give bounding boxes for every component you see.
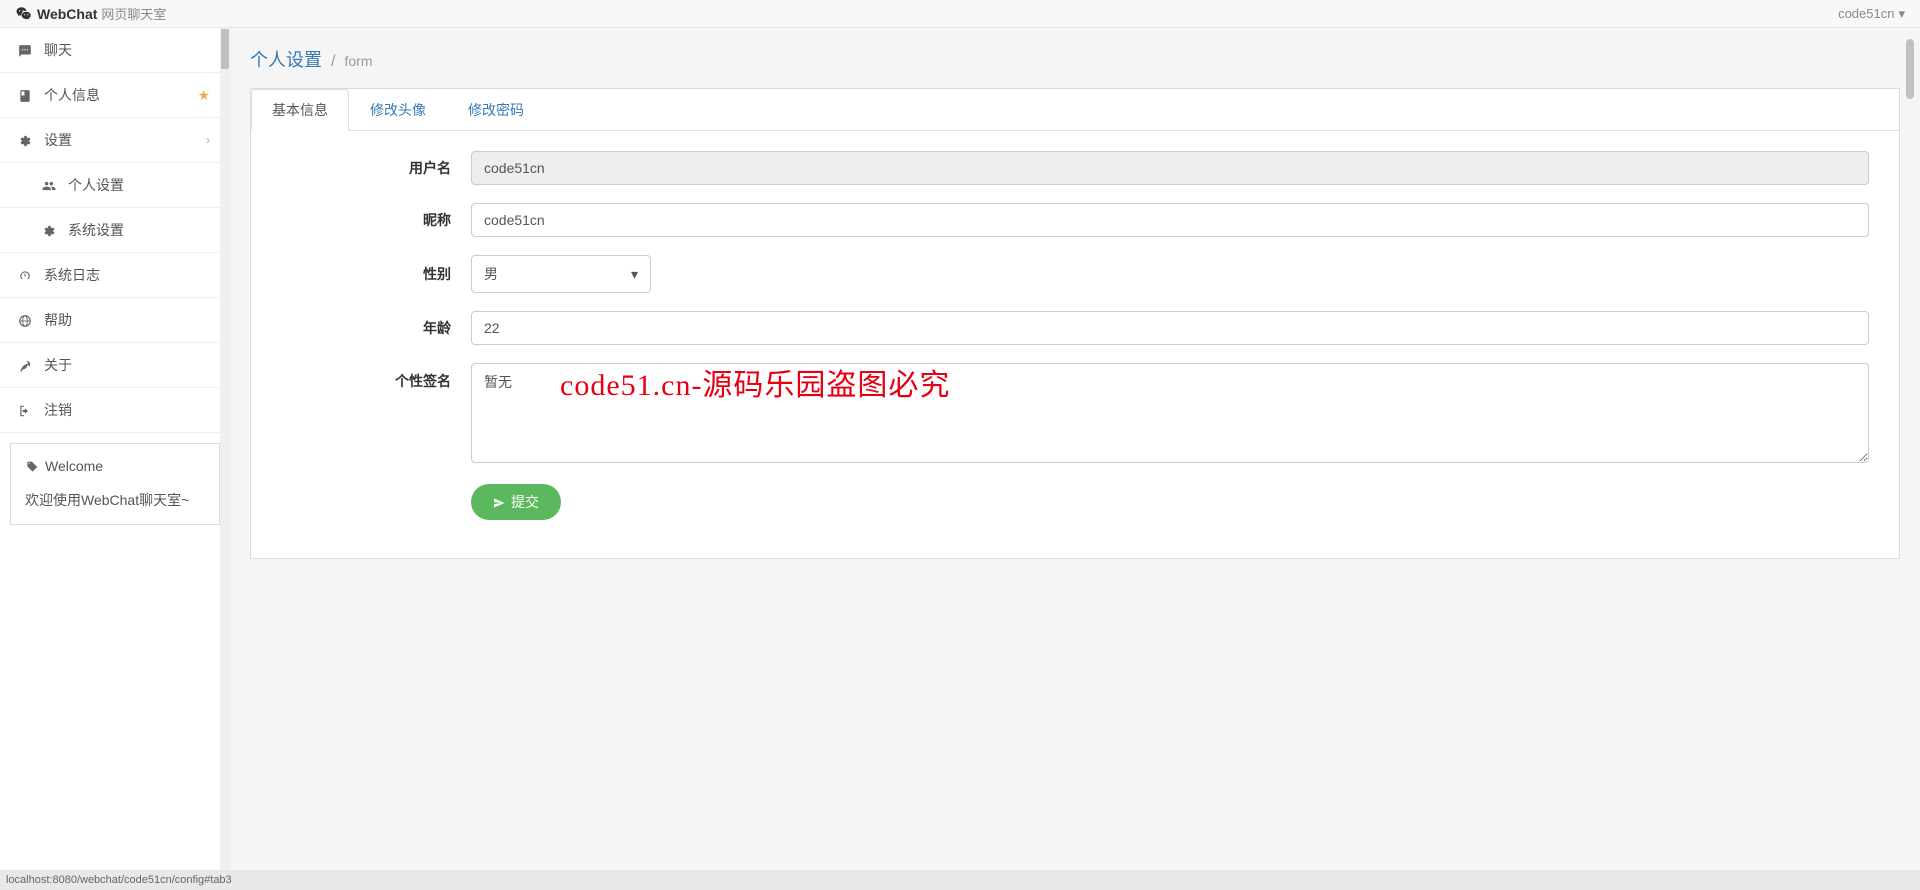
main-scrollbar[interactable] (1905, 38, 1915, 860)
username-label: 用户名 (281, 158, 471, 178)
signout-icon (16, 402, 34, 418)
nav-label: 帮助 (44, 310, 72, 330)
users-icon (40, 177, 58, 193)
send-icon (493, 494, 505, 510)
status-bar: localhost:8080/webchat/code51cn/config#t… (0, 870, 1920, 890)
star-icon: ★ (197, 87, 210, 104)
leaf-icon (16, 357, 34, 373)
gender-label: 性别 (281, 264, 471, 284)
welcome-box: Welcome 欢迎使用WebChat聊天室~ (10, 443, 220, 525)
user-menu[interactable]: code51cn ▾ (1838, 6, 1905, 22)
cogs-icon (16, 132, 34, 148)
tab-basic-info[interactable]: 基本信息 (251, 89, 349, 131)
caret-down-icon: ▾ (1898, 6, 1905, 22)
nav-help[interactable]: 帮助 (0, 298, 230, 343)
header-left: WebChat 网页聊天室 (15, 4, 166, 23)
header: WebChat 网页聊天室 code51cn ▾ (0, 0, 1920, 28)
breadcrumb-sep: / (331, 53, 335, 70)
nav-settings[interactable]: 设置 › (0, 118, 230, 163)
welcome-message: 欢迎使用WebChat聊天室~ (25, 490, 205, 510)
nav-profile[interactable]: 个人信息 ★ (0, 73, 230, 118)
nav-label: 个人设置 (68, 175, 124, 195)
signature-label: 个性签名 (281, 363, 471, 391)
nav-system-settings[interactable]: 系统设置 (0, 208, 230, 253)
gender-value: 男 (484, 264, 498, 284)
form-panel: 基本信息 修改头像 修改密码 用户名 昵称 性别 (250, 88, 1900, 559)
username-input (471, 151, 1869, 185)
nickname-label: 昵称 (281, 210, 471, 230)
nav-chat[interactable]: 聊天 (0, 28, 230, 73)
globe-icon (16, 312, 34, 328)
gender-select[interactable]: 男 ▾ (471, 255, 651, 293)
dashboard-icon (16, 267, 34, 283)
nav-label: 系统设置 (68, 220, 124, 240)
brand-subtitle: 网页聊天室 (101, 4, 166, 23)
nav-label: 系统日志 (44, 265, 100, 285)
welcome-title: Welcome (45, 458, 103, 474)
breadcrumb-sub: form (344, 53, 372, 69)
nickname-input[interactable] (471, 203, 1869, 237)
status-url: localhost:8080/webchat/code51cn/config#t… (6, 874, 232, 886)
submit-button[interactable]: 提交 (471, 484, 561, 520)
tag-icon (25, 458, 39, 474)
book-icon (16, 87, 34, 103)
sidebar: 聊天 个人信息 ★ 设置 › 个人设置 系统设置 (0, 28, 230, 870)
main-content: 个人设置 / form 基本信息 修改头像 修改密码 用户名 昵称 (230, 28, 1920, 870)
chat-icon (16, 42, 34, 58)
page-title: 个人设置 (250, 50, 322, 70)
signature-textarea[interactable] (471, 363, 1869, 463)
age-label: 年龄 (281, 318, 471, 338)
wechat-icon (15, 4, 33, 22)
tab-avatar[interactable]: 修改头像 (349, 89, 447, 131)
nav-syslog[interactable]: 系统日志 (0, 253, 230, 298)
brand-text: WebChat (37, 6, 97, 22)
nav-logout[interactable]: 注销 (0, 388, 230, 433)
nav-personal-settings[interactable]: 个人设置 (0, 163, 230, 208)
submit-label: 提交 (511, 492, 539, 512)
form: 用户名 昵称 性别 男 ▾ (251, 131, 1899, 558)
nav-label: 个人信息 (44, 85, 100, 105)
nav-label: 注销 (44, 400, 72, 420)
caret-down-icon: ▾ (631, 266, 638, 283)
tab-password[interactable]: 修改密码 (447, 89, 545, 131)
gear-icon (40, 222, 58, 238)
sidebar-scrollbar[interactable] (220, 28, 230, 870)
age-input[interactable] (471, 311, 1869, 345)
nav-label: 关于 (44, 355, 72, 375)
nav-label: 设置 (44, 130, 72, 150)
nav-label: 聊天 (44, 40, 72, 60)
tabs: 基本信息 修改头像 修改密码 (251, 89, 1899, 131)
user-name: code51cn (1838, 6, 1894, 21)
breadcrumb: 个人设置 / form (250, 46, 1900, 72)
nav-about[interactable]: 关于 (0, 343, 230, 388)
chevron-right-icon: › (206, 133, 210, 147)
